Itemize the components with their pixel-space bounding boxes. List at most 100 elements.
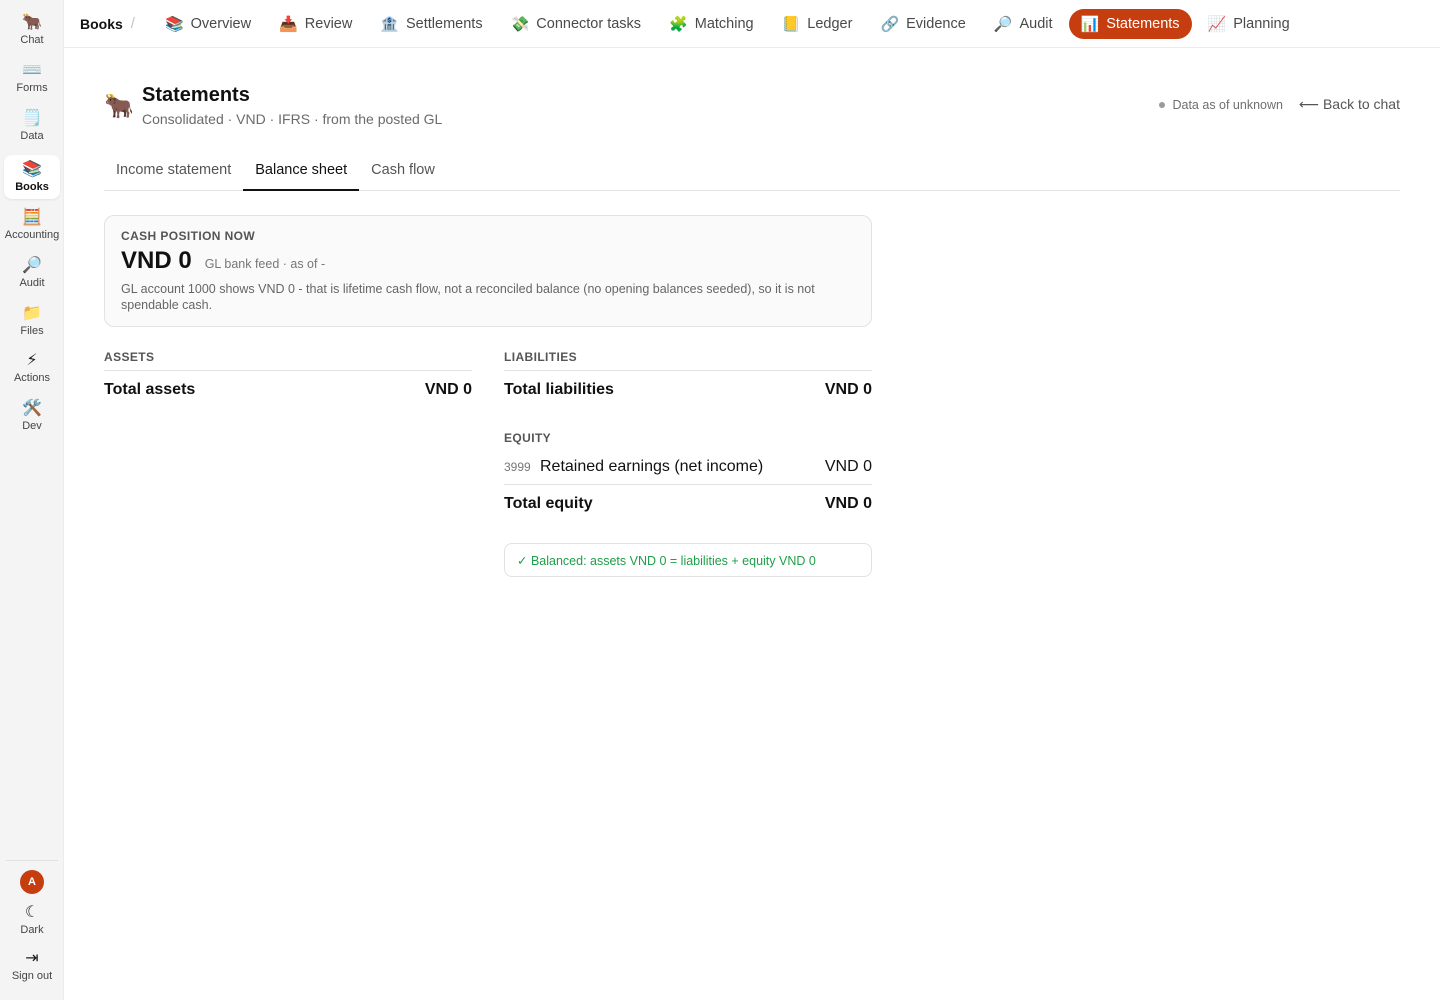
rail-item-forms[interactable]: ⌨️ Forms xyxy=(4,56,60,100)
total-equity-label: Total equity xyxy=(504,495,593,512)
nav-tab-ledger[interactable]: 📒 Ledger xyxy=(770,9,865,39)
rail-item-label: Data xyxy=(20,130,44,142)
nav-tab-review[interactable]: 📥 Review xyxy=(267,9,364,39)
tab-income-statement[interactable]: Income statement xyxy=(104,152,243,191)
magnifier-icon: 🔎 xyxy=(993,15,1013,33)
rail-item-data[interactable]: 🗒️ Data xyxy=(4,104,60,148)
nav-tab-label: Evidence xyxy=(906,15,966,32)
rail-item-label: Actions xyxy=(13,372,51,384)
nav-tab-label: Overview xyxy=(190,15,252,32)
abacus-icon: 🧮 xyxy=(22,209,42,226)
rail-divider xyxy=(6,860,58,861)
total-liabilities-value: VND 0 xyxy=(824,381,872,398)
rail-item-actions[interactable]: ⚡ Actions xyxy=(4,346,60,390)
lightning-icon: ⚡ xyxy=(26,352,38,369)
rail-item-label: Audit xyxy=(19,277,45,289)
account-value: VND 0 xyxy=(824,457,872,475)
tab-balance-sheet[interactable]: Balance sheet xyxy=(243,152,360,191)
bull-icon: 🐂 xyxy=(22,14,42,31)
cash-position-note: GL account 1000 shows VND 0 - that is li… xyxy=(121,282,815,312)
total-equity-row: Total equity VND 0 xyxy=(504,485,872,523)
nav-tab-label: Connector tasks xyxy=(536,15,642,32)
rail-item-label: Files xyxy=(20,325,44,337)
link-icon: 🔗 xyxy=(880,15,900,33)
moon-icon: ☾ xyxy=(24,904,40,921)
books-icon: 📚 xyxy=(22,161,42,178)
total-assets-value: VND 0 xyxy=(424,381,472,398)
total-assets-row: Total assets VND 0 xyxy=(104,371,472,409)
page-header: 🐂 Statements Consolidated · VND · IFRS ·… xyxy=(104,80,1400,136)
keyboard-icon: ⌨️ xyxy=(22,62,42,79)
status-dot-icon xyxy=(1159,101,1166,108)
nav-tab-connector-tasks[interactable]: 💸 Connector tasks xyxy=(499,9,653,39)
rail-item-files[interactable]: 📁 Files xyxy=(4,299,60,343)
magnifier-icon: 🔎 xyxy=(22,257,42,274)
ledger-icon: 📒 xyxy=(781,15,801,33)
cash-position-card: CASH POSITION NOW VND 0 GL bank feed · a… xyxy=(104,215,872,327)
rail-item-audit[interactable]: 🔎 Audit xyxy=(4,251,60,295)
tab-cash-flow[interactable]: Cash flow xyxy=(359,152,447,191)
breadcrumb-books[interactable]: Books xyxy=(80,16,123,32)
trend-chart-icon: 📈 xyxy=(1207,15,1227,33)
nav-tab-audit[interactable]: 🔎 Audit xyxy=(982,9,1065,39)
equity-line-row[interactable]: 3999 Retained earnings (net income) VND … xyxy=(504,449,872,485)
notepad-icon: 🗒️ xyxy=(22,110,42,127)
sign-out-icon: ⇥ xyxy=(25,950,39,967)
nav-tab-label: Ledger xyxy=(807,15,853,32)
bar-chart-icon: 📊 xyxy=(1080,15,1100,33)
rail-item-chat[interactable]: 🐂 Chat xyxy=(4,8,60,52)
data-freshness-status: Data as of unknown xyxy=(1172,97,1283,112)
header-actions: Data as of unknown ⟵ Back to chat xyxy=(1159,96,1400,113)
money-wings-icon: 💸 xyxy=(510,15,530,33)
page-subtitle: Consolidated · VND · IFRS · from the pos… xyxy=(142,111,443,127)
avatar[interactable]: A xyxy=(20,870,44,894)
rail-item-dev[interactable]: 🛠️ Dev xyxy=(4,394,60,438)
rail-item-label: Chat xyxy=(20,34,44,46)
nav-tab-planning[interactable]: 📈 Planning xyxy=(1196,9,1302,39)
cash-position-amount: VND 0 xyxy=(121,247,192,274)
nav-tab-label: Planning xyxy=(1233,15,1290,32)
books-icon: 📚 xyxy=(164,15,184,33)
liabilities-equity-section: LIABILITIES Total liabilities VND 0 EQUI… xyxy=(504,350,872,577)
rail-item-accounting[interactable]: 🧮 Accounting xyxy=(4,203,60,247)
rail-item-books[interactable]: 📚 Books xyxy=(4,155,60,199)
nav-tab-label: Review xyxy=(304,15,353,32)
left-rail: 🐂 Chat ⌨️ Forms 🗒️ Data 📚 Books 🧮 Accoun… xyxy=(0,0,64,1000)
bull-icon: 🐂 xyxy=(104,93,134,120)
nav-tab-evidence[interactable]: 🔗 Evidence xyxy=(868,9,977,39)
assets-section: ASSETS Total assets VND 0 xyxy=(104,350,472,409)
total-liabilities-row: Total liabilities VND 0 xyxy=(504,371,872,409)
cash-position-source: GL bank feed · as of - xyxy=(204,257,326,271)
liabilities-heading: LIABILITIES xyxy=(504,350,872,371)
nav-tab-settlements[interactable]: 🏦 Settlements xyxy=(368,9,494,39)
balanced-check-badge: ✓ Balanced: assets VND 0 = liabilities +… xyxy=(504,543,872,577)
cash-position-label: CASH POSITION NOW xyxy=(121,229,256,243)
nav-tab-label: Statements xyxy=(1106,15,1180,32)
folder-icon: 📁 xyxy=(22,305,42,322)
account-code: 3999 xyxy=(504,459,531,474)
total-liabilities-label: Total liabilities xyxy=(504,381,614,398)
total-assets-label: Total assets xyxy=(104,381,196,398)
sign-out-button[interactable]: ⇥ Sign out xyxy=(4,944,60,988)
rail-item-label: Sign out xyxy=(11,970,53,982)
account-name: Retained earnings (net income) xyxy=(540,457,764,475)
equity-heading: EQUITY xyxy=(504,431,552,445)
back-to-chat-link[interactable]: ⟵ Back to chat xyxy=(1299,96,1400,113)
rail-item-label: Forms xyxy=(16,82,48,94)
bank-icon: 🏦 xyxy=(380,15,400,33)
nav-tab-label: Matching xyxy=(694,15,754,32)
rail-item-label: Accounting xyxy=(4,229,60,241)
statement-tabs: Income statement Balance sheet Cash flow xyxy=(104,152,1400,191)
tools-icon: 🛠️ xyxy=(22,400,42,417)
dark-mode-toggle[interactable]: ☾ Dark xyxy=(4,898,60,942)
puzzle-icon: 🧩 xyxy=(669,15,688,33)
nav-tab-label: Settlements xyxy=(406,15,483,32)
top-nav: Books / 📚 Overview 📥 Review 🏦 Settlement… xyxy=(64,0,1440,48)
nav-tab-overview[interactable]: 📚 Overview xyxy=(153,9,263,39)
nav-tab-statements[interactable]: 📊 Statements xyxy=(1068,8,1192,39)
rail-item-label: Dev xyxy=(22,420,42,432)
total-equity-value: VND 0 xyxy=(824,495,872,512)
rail-item-label: Dark xyxy=(20,924,44,936)
nav-tab-matching[interactable]: 🧩 Matching xyxy=(657,9,766,39)
inbox-tray-icon: 📥 xyxy=(279,15,298,33)
